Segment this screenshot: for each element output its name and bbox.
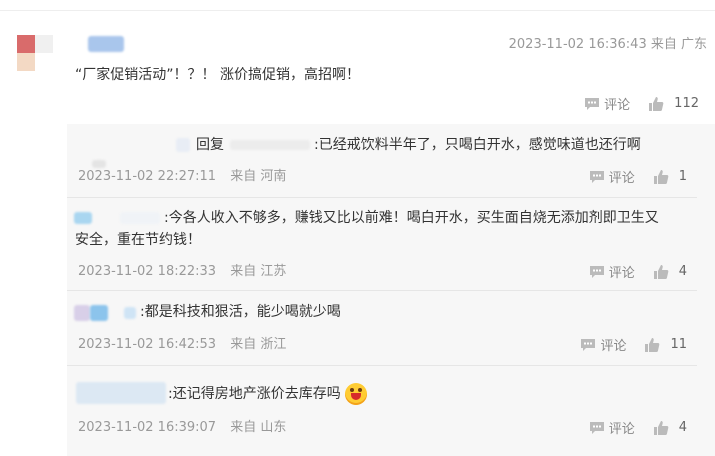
reply-3-text: :都是科技和狠活，能少喝就少喝 — [140, 304, 341, 320]
reply-3-location: 来自 浙江 — [230, 337, 287, 352]
like-count: 112 — [674, 96, 699, 111]
thumbs-up-icon — [649, 96, 664, 111]
reply-1-location: 来自 河南 — [230, 169, 287, 184]
reply-divider — [67, 197, 697, 198]
reply-2-timestamp: 2023-11-02 18:22:33 — [78, 264, 217, 279]
reply-2-text-line1: :今各人收入不够多，赚钱又比以前难！喝白开水，买生面自烧无添加剂即卫生又 — [164, 210, 659, 226]
comment-button[interactable]: 评论 — [589, 167, 635, 186]
comment-label: 评论 — [608, 422, 635, 437]
reply-2-text-line2: 安全，重在节约钱！ — [75, 232, 201, 248]
reply-3-timestamp: 2023-11-02 16:42:53 — [78, 337, 217, 352]
thumbs-up-icon — [653, 420, 669, 435]
thumbs-up-icon — [653, 169, 669, 184]
like-button[interactable]: 112 — [648, 96, 699, 112]
like-count: 4 — [678, 420, 687, 435]
thumbs-up-icon — [645, 337, 660, 352]
reply-divider — [67, 365, 697, 366]
comment-label: 评论 — [604, 98, 631, 113]
reply-username-blurred[interactable] — [74, 212, 92, 224]
comment-icon — [589, 170, 604, 183]
reply-4-text-content: :还记得房地产涨价去库存吗 — [168, 386, 341, 402]
reply-username-blurred[interactable] — [74, 305, 90, 321]
reply-1-text: :已经戒饮料半年了，只喝白开水，感觉味道也还行啊 — [314, 137, 641, 153]
reply-2-location: 来自 江苏 — [230, 264, 287, 279]
reply-3-actions: 评论 11 — [580, 335, 687, 354]
main-comment-meta: 2023-11-02 16:36:43 来自 广东 — [509, 33, 707, 52]
like-button[interactable]: 4 — [653, 264, 687, 280]
reply-4-meta: 2023-11-02 16:39:07 来自 山东 — [78, 416, 286, 435]
reply-1-timestamp: 2023-11-02 22:27:11 — [78, 169, 217, 184]
comment-icon — [589, 421, 604, 434]
like-button[interactable]: 11 — [644, 337, 687, 353]
like-count: 1 — [678, 169, 687, 184]
comment-label: 评论 — [600, 339, 627, 354]
comment-button[interactable]: 评论 — [580, 335, 626, 354]
reply-4-text: :还记得房地产涨价去库存吗 — [168, 382, 367, 406]
comment-label: 评论 — [608, 171, 635, 186]
reply-2-meta: 2023-11-02 18:22:33 来自 江苏 — [78, 260, 286, 279]
reply-4-timestamp: 2023-11-02 16:39:07 — [78, 420, 217, 435]
main-comment-actions: 评论 112 — [584, 94, 699, 113]
reply-username-blurred[interactable] — [176, 138, 190, 152]
reply-username-blurred-2[interactable] — [90, 305, 108, 321]
comment-button[interactable]: 评论 — [589, 418, 635, 437]
main-comment-location: 来自 广东 — [650, 37, 707, 52]
reply-2-actions: 评论 4 — [589, 262, 687, 281]
reply-divider — [67, 290, 697, 291]
main-comment-text: “厂家促销活动”！？！ 涨价搞促销，高招啊！ — [75, 67, 360, 83]
reply-username-blurred-3[interactable] — [124, 307, 136, 319]
username-blurred[interactable] — [88, 36, 124, 52]
reply-1-meta: 2023-11-02 22:27:11 来自 河南 — [78, 165, 286, 184]
comment-icon — [585, 97, 600, 110]
like-button[interactable]: 1 — [653, 169, 687, 185]
comment-label: 评论 — [608, 266, 635, 281]
grinning-face-emoji — [344, 383, 367, 405]
like-button[interactable]: 4 — [653, 420, 687, 436]
reply-username-blurred[interactable] — [76, 382, 166, 404]
reply-4-actions: 评论 4 — [589, 418, 687, 437]
reply-3-meta: 2023-11-02 16:42:53 来自 浙江 — [78, 333, 286, 352]
comment-icon — [581, 338, 596, 351]
like-count: 4 — [678, 264, 687, 279]
reply-1-reply-word: 回复 — [196, 137, 224, 153]
reply-target-username-blurred[interactable] — [230, 140, 310, 150]
comment-button[interactable]: 评论 — [589, 262, 635, 281]
like-count: 11 — [670, 337, 687, 352]
reply-1-actions: 评论 1 — [589, 167, 687, 186]
main-comment-timestamp: 2023-11-02 16:36:43 — [508, 37, 647, 52]
comment-button[interactable]: 评论 — [584, 94, 630, 113]
avatar[interactable] — [17, 35, 53, 71]
top-divider — [0, 10, 715, 11]
comment-icon — [589, 265, 604, 278]
reply-4-location: 来自 山东 — [230, 420, 287, 435]
thumbs-up-icon — [653, 264, 669, 279]
reply-username-blurred-2[interactable] — [120, 212, 160, 224]
